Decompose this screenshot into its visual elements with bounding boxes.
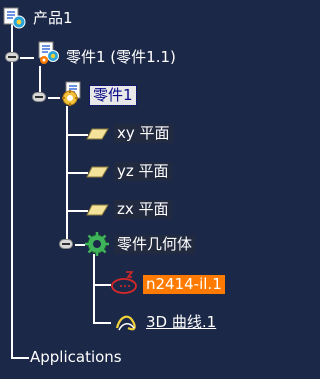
plane-icon[interactable] — [86, 164, 110, 180]
tree-connector — [66, 106, 68, 244]
tree-connector — [48, 97, 60, 99]
part-icon[interactable] — [60, 80, 88, 108]
tree-label-plane-zx[interactable]: zx 平面 — [114, 200, 172, 219]
tree-connector — [20, 57, 34, 59]
tree-connector — [66, 134, 88, 136]
product-icon[interactable] — [3, 6, 27, 30]
tree-label-plane-yz[interactable]: yz 平面 — [114, 162, 172, 181]
part-instance-icon[interactable] — [36, 40, 62, 66]
tree-label-geometry-set[interactable]: 零件几何体 — [114, 235, 196, 254]
tree-label-applications[interactable]: Applications — [27, 348, 125, 367]
plane-icon[interactable] — [86, 202, 110, 218]
tree-label-part[interactable]: 零件1 — [89, 85, 137, 106]
tree-label-plane-xy[interactable]: xy 平面 — [114, 124, 173, 143]
tree-connector — [93, 322, 111, 324]
curve-3d-icon[interactable] — [114, 310, 140, 334]
specification-tree: 产品1 零件1 (零件1.1) 零件1 xy 平面 yz 平面 zx 平面 零件… — [0, 0, 262, 379]
tree-connector — [93, 284, 111, 286]
tree-label-curve-3d[interactable]: 3D 曲线.1 — [143, 313, 219, 332]
collapse-toggle-part-instance[interactable] — [5, 52, 19, 62]
tree-connector — [93, 254, 95, 324]
tree-connector — [66, 210, 88, 212]
tree-connector — [66, 172, 88, 174]
sketch-icon[interactable] — [110, 270, 140, 296]
collapse-toggle-part[interactable] — [32, 92, 46, 102]
tree-connector — [11, 22, 13, 358]
collapse-toggle-geometry-set[interactable] — [59, 239, 73, 249]
plane-icon[interactable] — [86, 126, 110, 142]
tree-label-sketch[interactable]: n2414-il.1 — [143, 275, 225, 294]
tree-label-product[interactable]: 产品1 — [30, 9, 76, 28]
tree-label-part-instance[interactable]: 零件1 (零件1.1) — [63, 48, 179, 67]
geometry-set-icon[interactable] — [84, 231, 110, 257]
